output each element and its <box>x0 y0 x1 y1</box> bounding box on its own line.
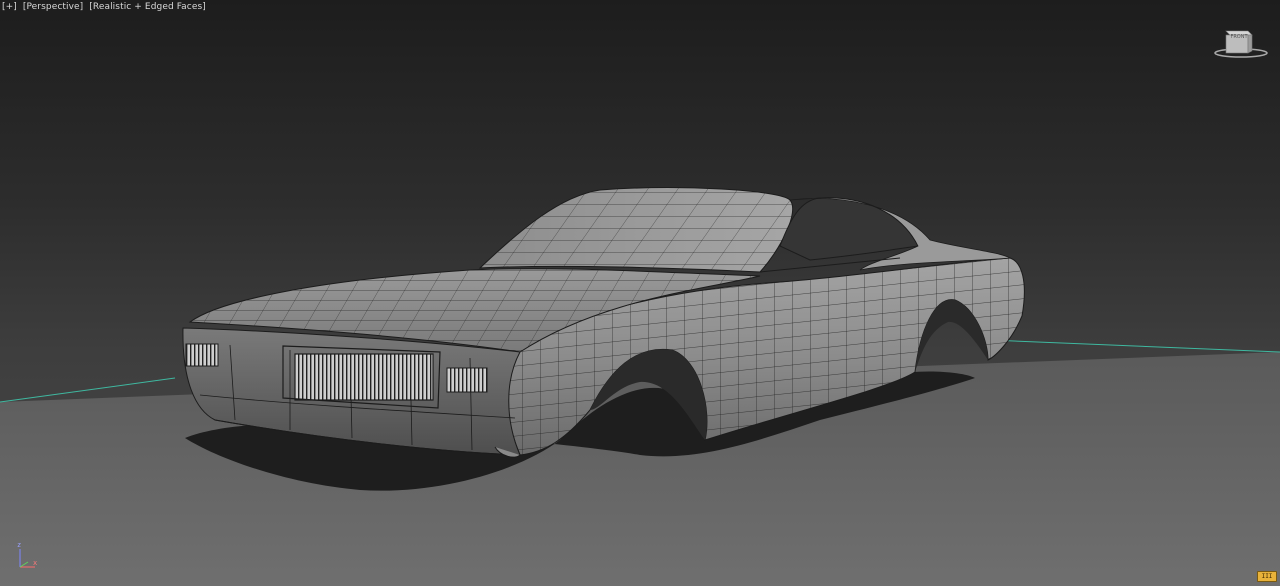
rear-window-opening <box>779 197 919 261</box>
viewport-shading-menu[interactable]: [Realistic + Edged Faces] <box>89 2 206 12</box>
viewcube-icon[interactable]: FRONT <box>1212 25 1270 61</box>
viewcube-graphic <box>1214 30 1268 58</box>
scene-canvas[interactable] <box>0 0 1280 586</box>
axis-tripod-graphic <box>19 549 35 568</box>
stats-icon[interactable]: III <box>1257 571 1277 582</box>
left-headlight <box>185 343 219 367</box>
viewport-label-menu: [+] [Perspective] [Realistic + Edged Fac… <box>2 2 209 12</box>
right-headlight <box>446 367 488 393</box>
axis-tripod-icon: z x <box>8 540 42 574</box>
viewcube-face-label: FRONT <box>1230 34 1248 40</box>
grille <box>282 345 441 409</box>
axis-z-label: z <box>17 541 22 549</box>
viewport-general-menu[interactable]: [+] <box>2 2 17 12</box>
grid-horizon-line-right <box>989 339 1280 353</box>
perspective-viewport[interactable]: [+] [Perspective] [Realistic + Edged Fac… <box>0 0 1280 586</box>
viewport-point-of-view-menu[interactable]: [Perspective] <box>23 2 83 12</box>
axis-x-label: x <box>33 559 38 567</box>
car-roof <box>478 187 794 273</box>
